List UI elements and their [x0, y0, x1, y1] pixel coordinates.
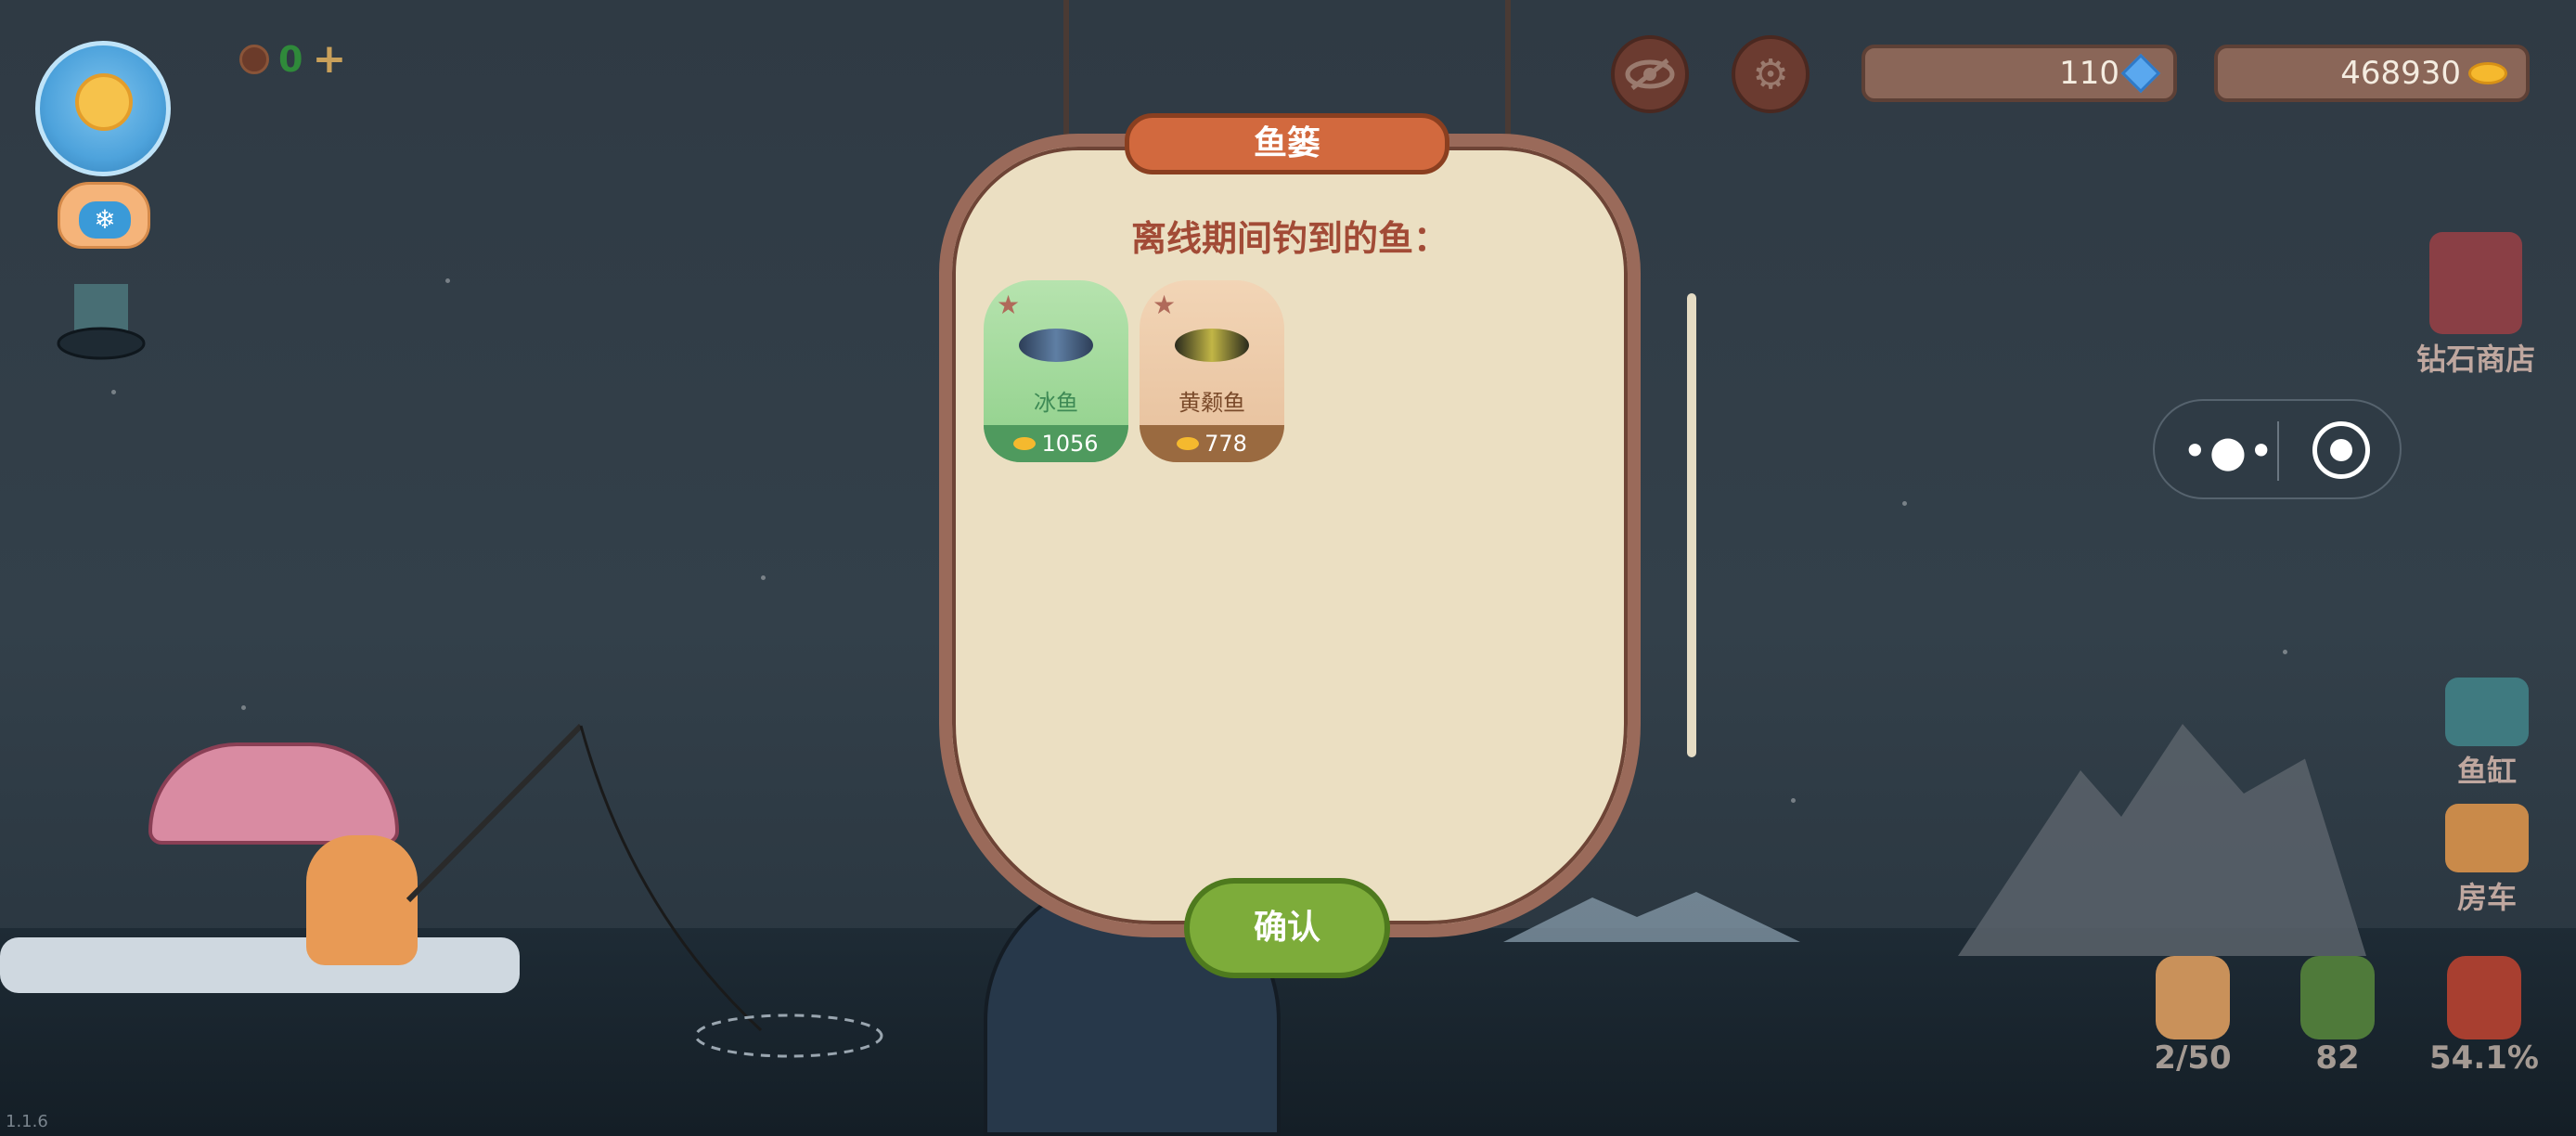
- gem-icon: [2120, 53, 2161, 94]
- gear-icon: ⚙: [1752, 50, 1789, 98]
- book-icon: [2447, 956, 2521, 1039]
- fish-price-value: 778: [1204, 431, 1247, 457]
- scrollbar[interactable]: [1687, 293, 1696, 757]
- close-target-icon[interactable]: [2312, 421, 2370, 479]
- diamond-shop-button[interactable]: 钻石商店: [2411, 232, 2541, 379]
- shop-stall-icon: [2429, 232, 2522, 334]
- eye-icon: [1625, 58, 1675, 90]
- diamond-shop-label: 钻石商店: [2415, 342, 2535, 377]
- backpack-count: 82: [2315, 1039, 2360, 1077]
- star-icon: ★: [1153, 290, 1177, 320]
- backpack-icon: [2300, 956, 2375, 1039]
- dialog-subtitle: 离线期间钓到的鱼：: [1130, 218, 1449, 259]
- bag-capacity: 2/50: [2154, 1039, 2232, 1077]
- star-icon: ★: [997, 290, 1021, 320]
- cat-badge[interactable]: ❄: [58, 182, 150, 249]
- more-icon[interactable]: •●•: [2183, 423, 2275, 479]
- fish-tank-button[interactable]: 鱼缸: [2431, 678, 2543, 791]
- fish-coin-icon: [1177, 437, 1200, 450]
- fish-card[interactable]: ★ 冰鱼 1056: [984, 280, 1128, 462]
- sun-avatar-icon: [75, 73, 133, 131]
- rv-label: 房车: [2456, 880, 2517, 915]
- settings-button[interactable]: ⚙: [1732, 35, 1810, 113]
- capsule-divider: [2277, 421, 2279, 481]
- fish-name: 黄颡鱼: [1179, 390, 1245, 416]
- rv-button[interactable]: 房车: [2431, 804, 2543, 917]
- confirm-button[interactable]: 确认: [1184, 878, 1390, 978]
- fish-price: 1056: [984, 425, 1128, 462]
- gem-balance[interactable]: 110: [1861, 45, 2177, 102]
- fish-coin-icon: [1013, 437, 1037, 450]
- yellow-catfish-icon: [1175, 329, 1249, 362]
- cookie-count: 0: [278, 39, 303, 80]
- collection-percent: 54.1%: [2429, 1039, 2539, 1077]
- fish-name: 冰鱼: [1034, 390, 1078, 416]
- cookie-icon: [239, 45, 269, 74]
- rv-icon: [2445, 804, 2529, 872]
- coin-balance[interactable]: 468930: [2214, 45, 2530, 102]
- fish-tank-label: 鱼缸: [2456, 754, 2517, 789]
- hide-ui-button[interactable]: [1611, 35, 1689, 113]
- fish-price-value: 1056: [1041, 431, 1099, 457]
- coin-count: 468930: [2340, 55, 2461, 92]
- fish-tank-icon: [2445, 678, 2529, 746]
- fish-bag-button[interactable]: 2/50: [2132, 956, 2253, 1077]
- dialog-title: 鱼篓: [1125, 113, 1449, 174]
- gem-count: 110: [2059, 55, 2119, 92]
- add-cookie-button[interactable]: +: [312, 39, 346, 80]
- player-avatar[interactable]: [35, 41, 171, 176]
- fish-price: 778: [1140, 425, 1284, 462]
- collection-book-button[interactable]: 54.1%: [2424, 956, 2544, 1077]
- sack-icon: [2156, 956, 2230, 1039]
- snowflake-icon: ❄: [79, 201, 131, 239]
- hanging-rope: [1063, 0, 1069, 139]
- miniprogram-capsule: •●•: [2153, 399, 2402, 499]
- jar-icon[interactable]: [56, 275, 147, 366]
- backpack-button[interactable]: 82: [2277, 956, 2398, 1077]
- fish-coin-icon: [2468, 62, 2507, 84]
- version-label: 1.1.6: [6, 1112, 48, 1131]
- cookie-counter: 0 +: [239, 39, 346, 80]
- hanging-rope: [1505, 0, 1511, 139]
- ice-fish-icon: [1019, 329, 1093, 362]
- fish-card[interactable]: ★ 黄颡鱼 778: [1140, 280, 1284, 462]
